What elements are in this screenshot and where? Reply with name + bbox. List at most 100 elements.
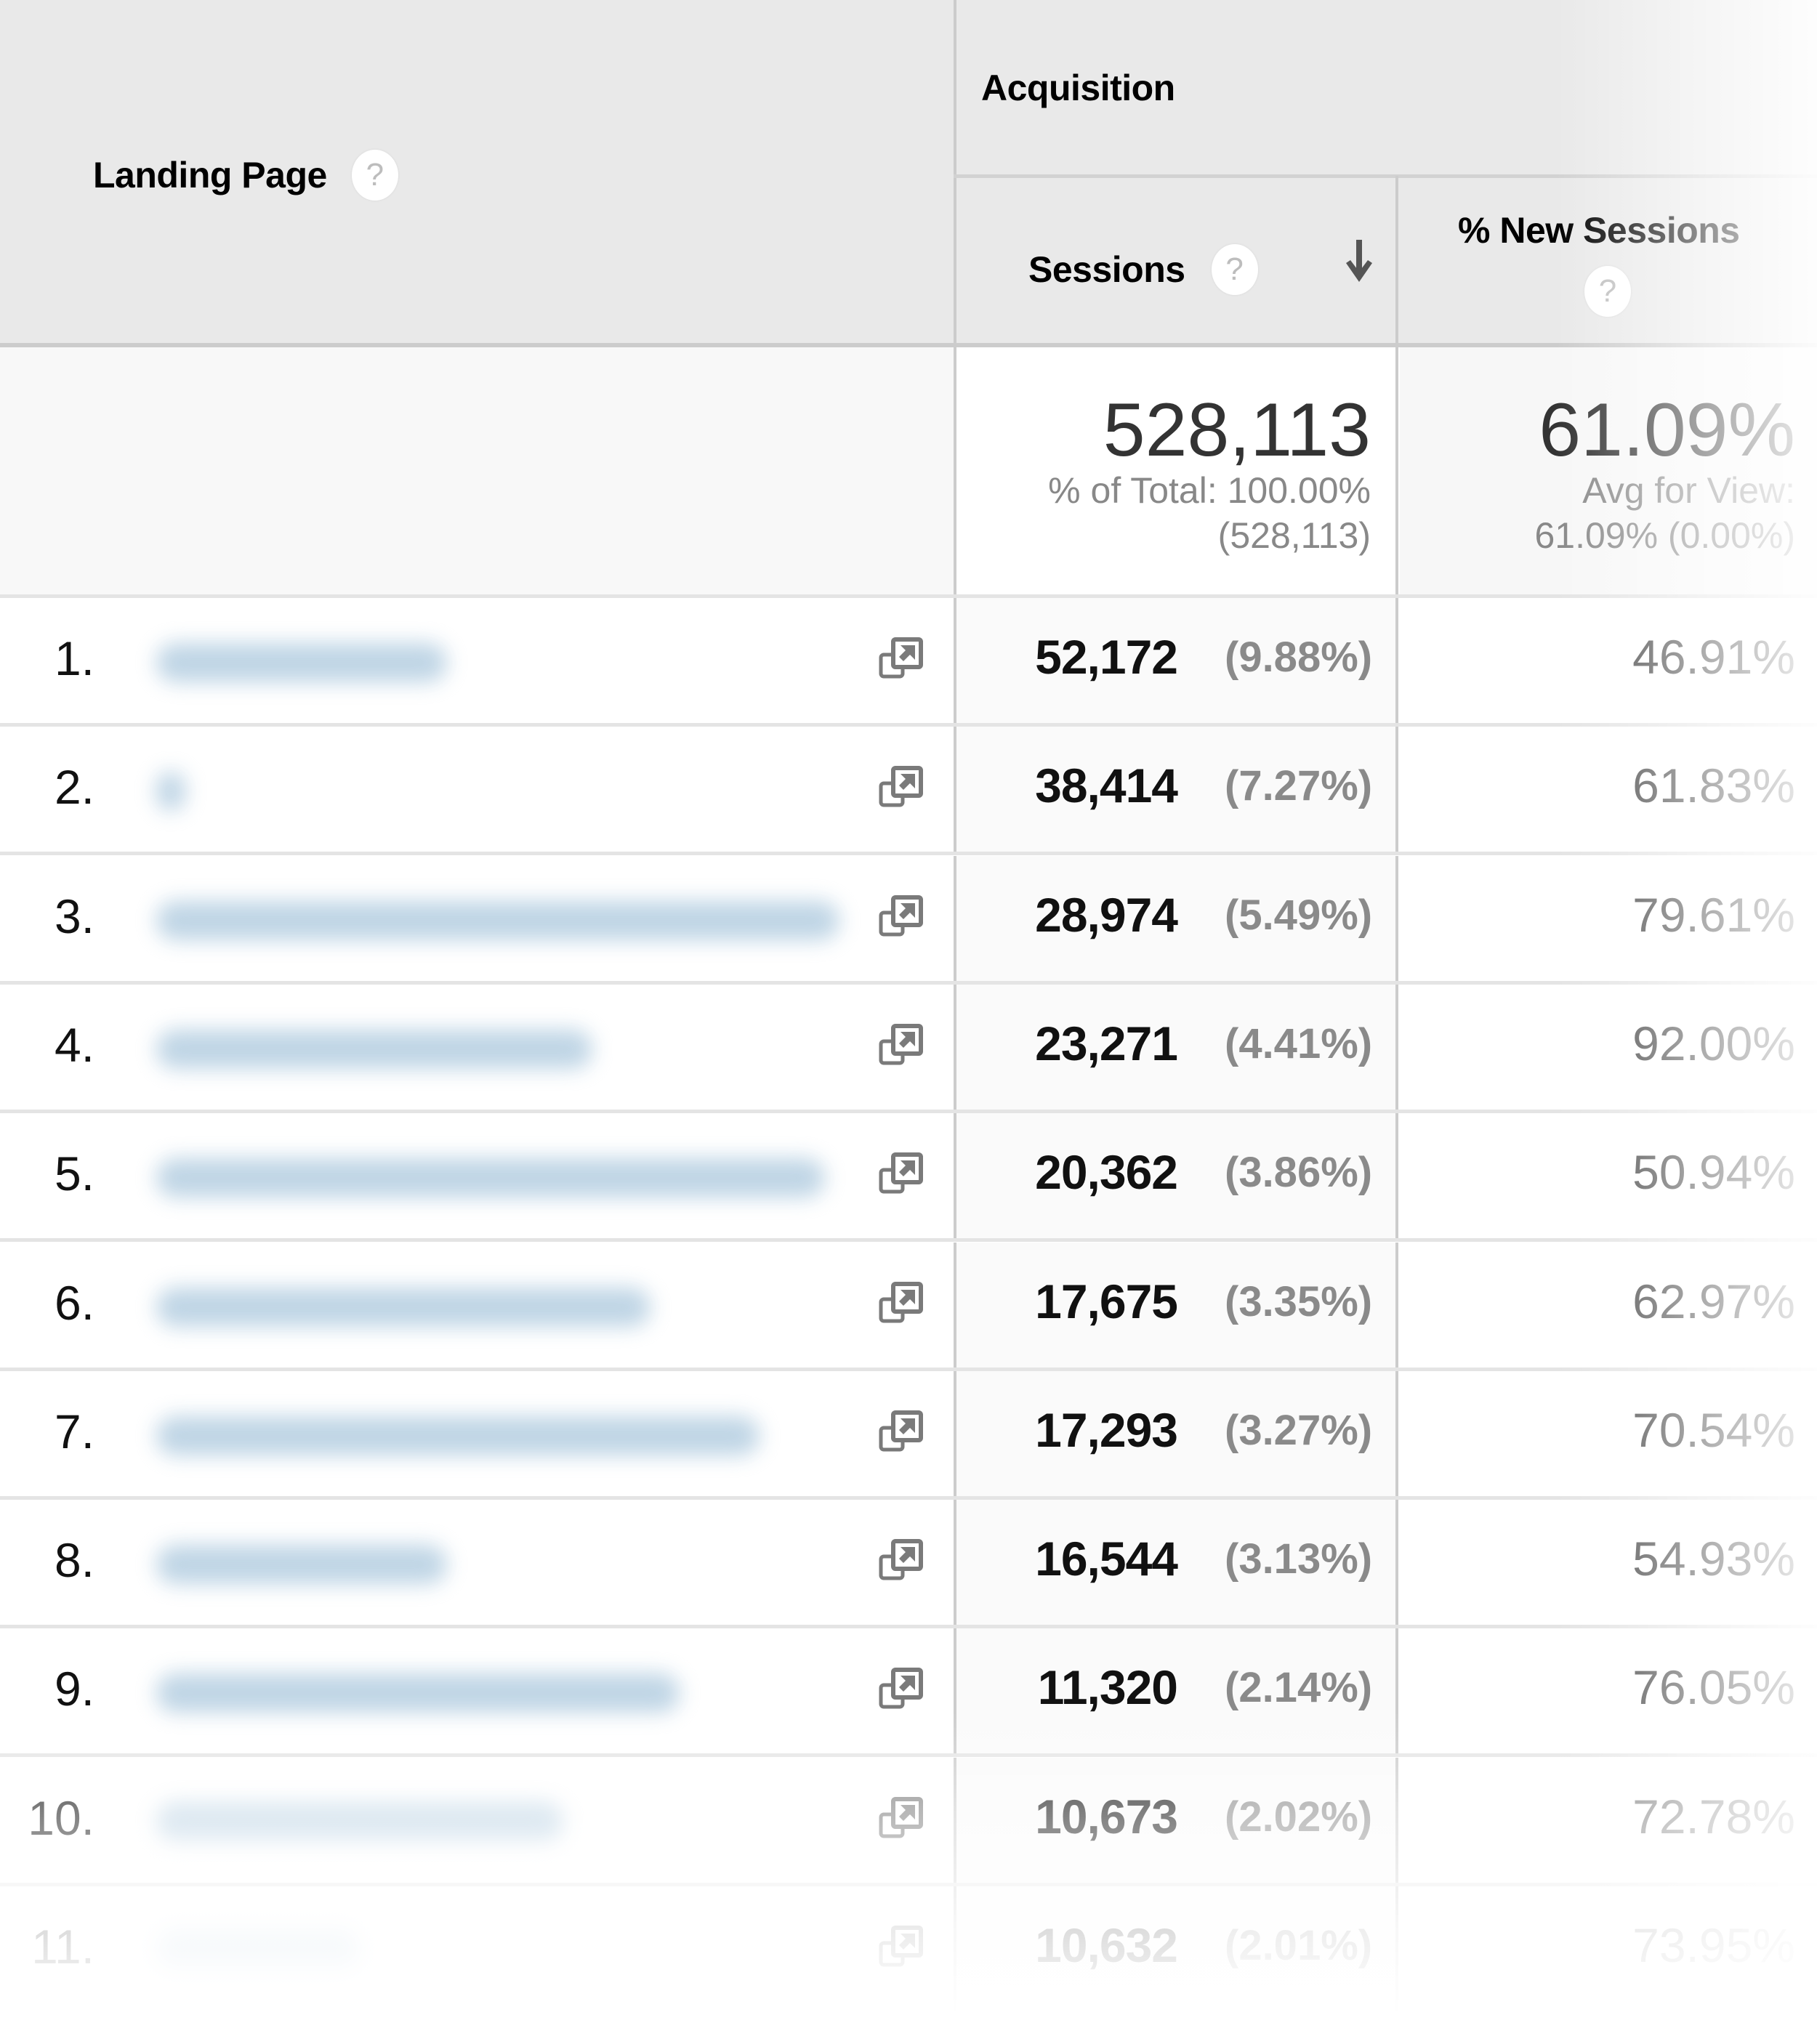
landing-page-link-redacted[interactable] — [156, 1931, 360, 1971]
column-divider — [1395, 598, 1398, 727]
landing-page-cell: 2. — [0, 727, 954, 856]
total-sessions-absolute: (528,113) — [1217, 515, 1371, 556]
landing-page-cell: 3. — [0, 855, 954, 985]
question-circle-icon[interactable]: ? — [1584, 266, 1631, 317]
avg-for-view-value: 61.09% (0.00%) — [1534, 515, 1795, 556]
landing-page-link-redacted[interactable] — [156, 1545, 447, 1585]
sessions-column-header[interactable]: Sessions ? — [1028, 244, 1258, 295]
column-divider — [954, 984, 956, 1113]
sessions-value: 10,673 — [1035, 1789, 1178, 1843]
new-sessions-value: 54.93% — [1632, 1532, 1795, 1586]
column-divider — [1395, 1628, 1398, 1758]
column-divider — [1395, 1886, 1398, 2015]
landing-page-link-redacted[interactable] — [156, 1029, 592, 1069]
open-in-new-window-icon[interactable] — [877, 1151, 925, 1199]
row-divider — [0, 1109, 1817, 1113]
new-sessions-value: 72.78% — [1632, 1789, 1795, 1843]
row-divider — [0, 1367, 1817, 1371]
landing-page-link-redacted[interactable] — [156, 1158, 825, 1198]
sessions-value: 17,293 — [1035, 1402, 1178, 1457]
landing-page-cell: 9. — [0, 1628, 954, 1758]
open-in-new-window-icon[interactable] — [877, 1022, 925, 1070]
table-row: 11. 10,632 (2.01%) 73.95% — [0, 1886, 1817, 2015]
row-divider — [0, 980, 1817, 985]
column-divider — [954, 1500, 956, 1629]
row-divider — [0, 2011, 1817, 2015]
row-rank: 9. — [54, 1662, 94, 1716]
new-sessions-value: 62.97% — [1632, 1274, 1795, 1328]
sessions-value: 20,362 — [1035, 1145, 1178, 1200]
open-in-new-window-icon[interactable] — [877, 894, 925, 942]
open-in-new-window-icon[interactable] — [877, 636, 925, 684]
landing-page-link-redacted[interactable] — [156, 1287, 650, 1327]
sessions-value: 11,320 — [1037, 1660, 1178, 1715]
column-divider — [1395, 984, 1398, 1113]
table-row: 6. 17,675 (3.35%) 62.97% — [0, 1242, 1817, 1371]
new-sessions-value: 50.94% — [1632, 1145, 1795, 1200]
column-divider — [954, 727, 956, 856]
landing-page-link-redacted[interactable] — [156, 643, 447, 682]
column-divider — [954, 1886, 956, 2015]
landing-page-link-redacted[interactable] — [156, 1802, 563, 1842]
acquisition-group-header: Acquisition — [981, 68, 1175, 108]
landing-page-column-header[interactable]: Landing Page ? — [93, 150, 398, 201]
landing-page-cell: 4. — [0, 984, 954, 1113]
column-divider — [954, 1113, 956, 1243]
landing-page-link-redacted[interactable] — [156, 772, 185, 812]
table-row: 9. 11,320 (2.14%) 76.05% — [0, 1628, 1817, 1758]
table-row: 10. 10,673 (2.02%) 72.78% — [0, 1757, 1817, 1886]
table-row: 5. 20,362 (3.86%) 50.94% — [0, 1113, 1817, 1243]
sessions-header-label: Sessions — [1028, 249, 1185, 290]
column-divider — [954, 598, 956, 727]
column-divider — [954, 1628, 956, 1758]
new-sessions-value: 46.91% — [1632, 630, 1795, 684]
acquisition-group-divider — [954, 174, 1817, 178]
row-divider — [0, 1882, 1817, 1886]
sessions-value: 38,414 — [1035, 759, 1178, 813]
open-in-new-window-icon[interactable] — [877, 1795, 925, 1843]
row-divider — [0, 852, 1817, 856]
column-divider — [954, 855, 956, 985]
row-rank: 4. — [54, 1017, 94, 1072]
sessions-percent: (2.01%) — [1225, 1922, 1373, 1969]
column-divider — [1395, 1242, 1398, 1371]
row-divider — [0, 1238, 1817, 1243]
sessions-percent: (7.27%) — [1225, 762, 1373, 810]
column-divider — [1395, 1757, 1398, 1886]
landing-page-header-label: Landing Page — [93, 155, 327, 195]
row-rank: 2. — [54, 760, 94, 815]
total-sessions-percent: % of Total: 100.00% — [1048, 470, 1371, 511]
open-in-new-window-icon[interactable] — [877, 1538, 925, 1585]
open-in-new-window-icon[interactable] — [877, 1280, 925, 1328]
open-in-new-window-icon[interactable] — [877, 1666, 925, 1714]
landing-page-cell: 11. — [0, 1886, 954, 2015]
new-sessions-value: 61.83% — [1632, 759, 1795, 813]
table-row: 1. 52,172 (9.88%) 46.91% — [0, 598, 1817, 727]
column-divider — [954, 1757, 956, 1886]
landing-page-cell: 5. — [0, 1113, 954, 1243]
column-divider — [1395, 1113, 1398, 1243]
row-rank: 1. — [54, 631, 94, 685]
sessions-percent: (3.35%) — [1225, 1277, 1373, 1325]
avg-for-view-label: Avg for View: — [1582, 470, 1795, 511]
sessions-percent: (2.02%) — [1225, 1793, 1373, 1841]
landing-page-link-redacted[interactable] — [156, 1415, 760, 1455]
sessions-value: 16,544 — [1035, 1532, 1178, 1586]
row-rank: 11. — [31, 1920, 94, 1974]
sessions-percent: (3.13%) — [1225, 1535, 1373, 1583]
sessions-percent: (2.14%) — [1225, 1664, 1373, 1712]
row-rank: 8. — [54, 1533, 94, 1588]
sessions-value: 52,172 — [1035, 630, 1178, 684]
open-in-new-window-icon[interactable] — [877, 1924, 925, 1972]
sessions-percent: (3.27%) — [1225, 1406, 1373, 1454]
open-in-new-window-icon[interactable] — [877, 1409, 925, 1457]
new-sessions-column-header[interactable]: % New Sessions — [1458, 209, 1740, 251]
open-in-new-window-icon[interactable] — [877, 764, 925, 812]
column-divider — [1395, 855, 1398, 985]
question-circle-icon[interactable]: ? — [351, 150, 398, 201]
row-divider — [0, 1753, 1817, 1758]
arrow-down-icon[interactable] — [1345, 240, 1374, 285]
landing-page-link-redacted[interactable] — [156, 1673, 680, 1713]
landing-page-link-redacted[interactable] — [156, 900, 839, 940]
question-circle-icon[interactable]: ? — [1211, 244, 1258, 295]
